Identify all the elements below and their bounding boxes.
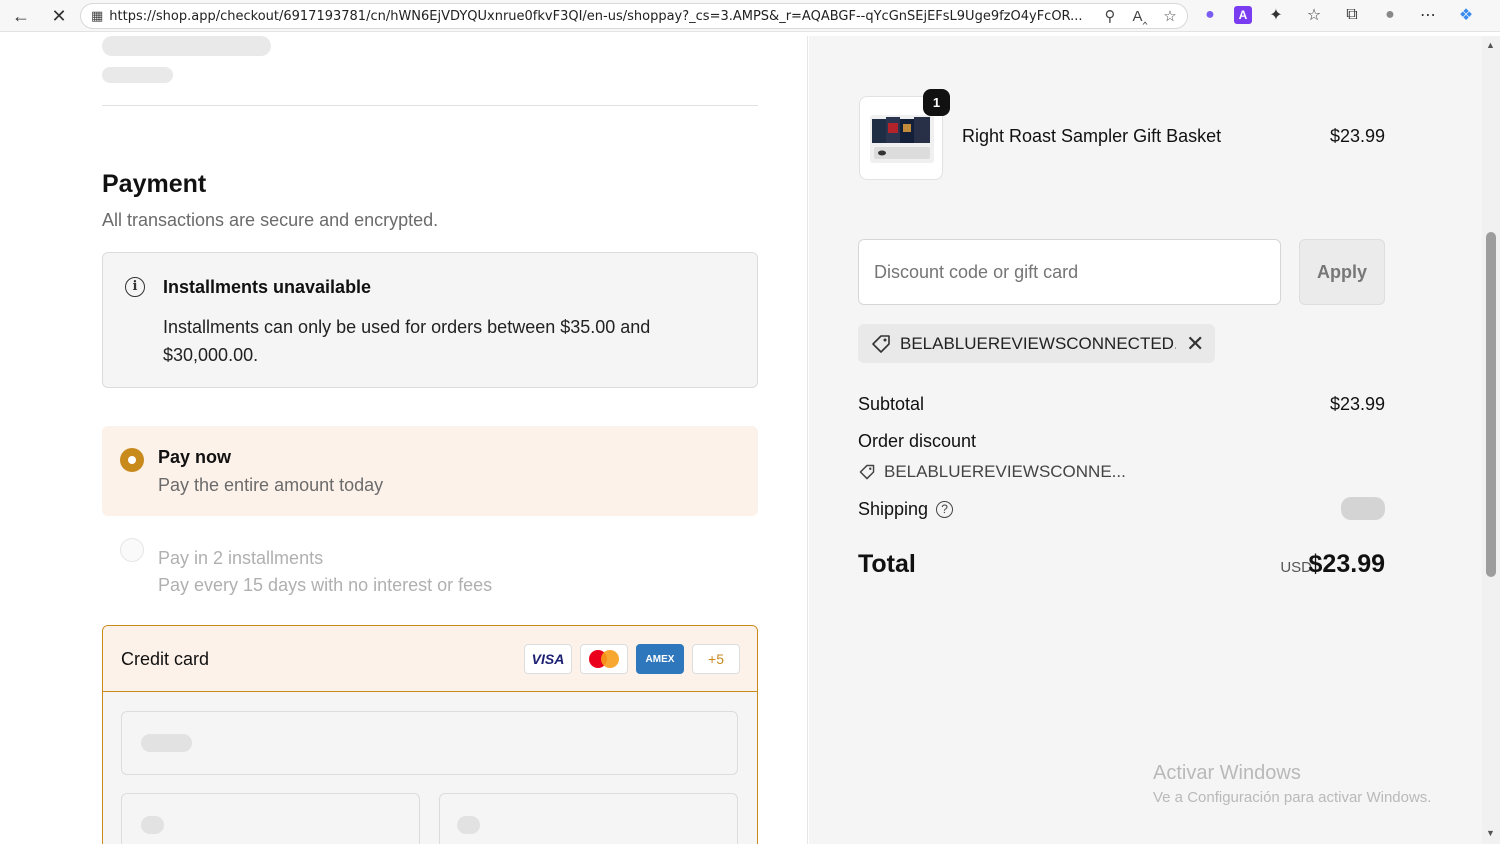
option-title: Pay now	[158, 447, 232, 467]
page-info-icon[interactable]: ▦	[91, 8, 103, 24]
order-discount-row: Order discount	[858, 431, 1385, 452]
pay-now-radio[interactable]	[120, 448, 144, 472]
scroll-thumb[interactable]	[1486, 232, 1496, 577]
read-aloud-icon[interactable]: A‸	[1129, 6, 1151, 26]
info-icon: i	[125, 277, 145, 297]
page-scrollbar[interactable]: ▲ ▼	[1482, 36, 1500, 844]
more-brands-badge: +5	[692, 644, 740, 674]
option-title: Pay in 2 installments	[158, 548, 324, 568]
zoom-icon[interactable]: ⚲	[1099, 6, 1121, 26]
tag-icon	[872, 334, 890, 353]
applied-code-text: BELABLUEREVIEWSCONNECTED...	[900, 333, 1176, 353]
collections-icon[interactable]: ⧉	[1338, 2, 1366, 28]
discount-code-input[interactable]	[858, 239, 1281, 305]
order-discount-code: BELABLUEREVIEWSCONNE...	[858, 462, 1126, 482]
credit-card-header[interactable]: Credit card VISA AMEX +5	[103, 626, 757, 692]
payment-subtitle: All transactions are secure and encrypte…	[102, 210, 439, 230]
shipping-loading-placeholder	[1341, 497, 1385, 520]
credit-card-label: Credit card	[121, 649, 210, 669]
loading-placeholder	[141, 734, 192, 752]
order-discount-code-text: BELABLUEREVIEWSCONNE...	[884, 462, 1126, 481]
loading-placeholder	[102, 36, 271, 56]
option-subtitle: Pay every 15 days with no interest or fe…	[158, 575, 493, 595]
product-price: $23.99	[1329, 126, 1385, 146]
option-pay-now[interactable]: Pay now Pay the entire amount today	[102, 426, 758, 516]
address-bar[interactable]: ▦ https://shop.app/checkout/6917193781/c…	[80, 3, 1188, 29]
total-currency: USD	[1280, 559, 1312, 576]
quantity-badge: 1	[923, 89, 950, 116]
remove-discount-close-icon[interactable]: ✕	[1186, 332, 1204, 355]
copilot-icon[interactable]: ❖	[1452, 2, 1480, 28]
loading-placeholder	[141, 816, 164, 834]
more-menu-icon[interactable]: ⋯	[1414, 2, 1442, 28]
order-summary: 1 Right Roast Sampler Gift Basket $23.99…	[809, 36, 1482, 844]
installments-radio[interactable]	[120, 538, 144, 562]
credit-card-form	[103, 692, 757, 844]
notice-title: Installments unavailable	[163, 277, 372, 297]
mastercard-logo-icon	[580, 644, 628, 674]
favorite-star-icon[interactable]: ☆	[1159, 6, 1181, 26]
total-label: Total	[858, 550, 916, 578]
browser-toolbar: ← ✕ ▦ https://shop.app/checkout/69171937…	[0, 0, 1500, 32]
loading-placeholder	[102, 67, 173, 83]
tag-icon	[859, 464, 875, 480]
profile-avatar-icon[interactable]: ●	[1376, 2, 1404, 28]
windows-activation-title: Activar Windows	[1153, 762, 1301, 784]
notice-text: Installments can only be used for orders…	[163, 317, 651, 365]
subtotal-value: $23.99	[1329, 394, 1385, 414]
visa-logo-icon: VISA	[524, 644, 572, 674]
amex-logo-icon: AMEX	[636, 644, 684, 674]
shipping-label: Shipping	[858, 499, 929, 519]
security-code-field[interactable]	[439, 793, 738, 844]
url-text[interactable]: https://shop.app/checkout/6917193781/cn/…	[109, 9, 1089, 24]
back-icon[interactable]: ←	[6, 2, 36, 30]
section-divider	[102, 105, 758, 106]
scroll-up-icon[interactable]: ▲	[1486, 40, 1495, 50]
payment-column: Payment All transactions are secure and …	[5, 36, 808, 844]
order-discount-label: Order discount	[858, 431, 977, 451]
credit-card-section: Credit card VISA AMEX +5	[102, 625, 758, 844]
help-question-icon[interactable]: ?	[936, 501, 954, 518]
subtotal-label: Subtotal	[858, 394, 925, 414]
stop-loading-icon[interactable]: ✕	[44, 2, 74, 30]
option-pay-installments[interactable]: Pay in 2 installments Pay every 15 days …	[102, 517, 758, 603]
installments-notice: i Installments unavailable Installments …	[102, 252, 758, 388]
extensions-icon[interactable]: ✦	[1262, 2, 1290, 28]
shipping-row: Shipping?	[858, 499, 1385, 520]
card-brand-list: VISA AMEX +5	[524, 644, 740, 674]
apply-discount-button[interactable]: Apply	[1299, 239, 1385, 305]
windows-activation-text: Ve a Configuración para activar Windows.	[1153, 789, 1432, 806]
applied-discount-tag: BELABLUEREVIEWSCONNECTED... ✕	[858, 324, 1215, 363]
option-subtitle: Pay the entire amount today	[158, 475, 384, 495]
subtotal-row: Subtotal $23.99	[858, 394, 1385, 415]
product-name: Right Roast Sampler Gift Basket	[962, 126, 1222, 146]
card-number-field[interactable]	[121, 711, 738, 775]
extension-copilot-icon[interactable]: ●	[1196, 2, 1224, 28]
total-value: $23.99	[1308, 550, 1385, 578]
loading-placeholder	[457, 816, 480, 834]
expiry-field[interactable]	[121, 793, 420, 844]
scroll-down-icon[interactable]: ▼	[1486, 828, 1495, 838]
extension-a-icon[interactable]: A	[1234, 6, 1252, 24]
favorites-icon[interactable]: ☆	[1300, 2, 1328, 28]
payment-heading: Payment	[102, 170, 207, 198]
